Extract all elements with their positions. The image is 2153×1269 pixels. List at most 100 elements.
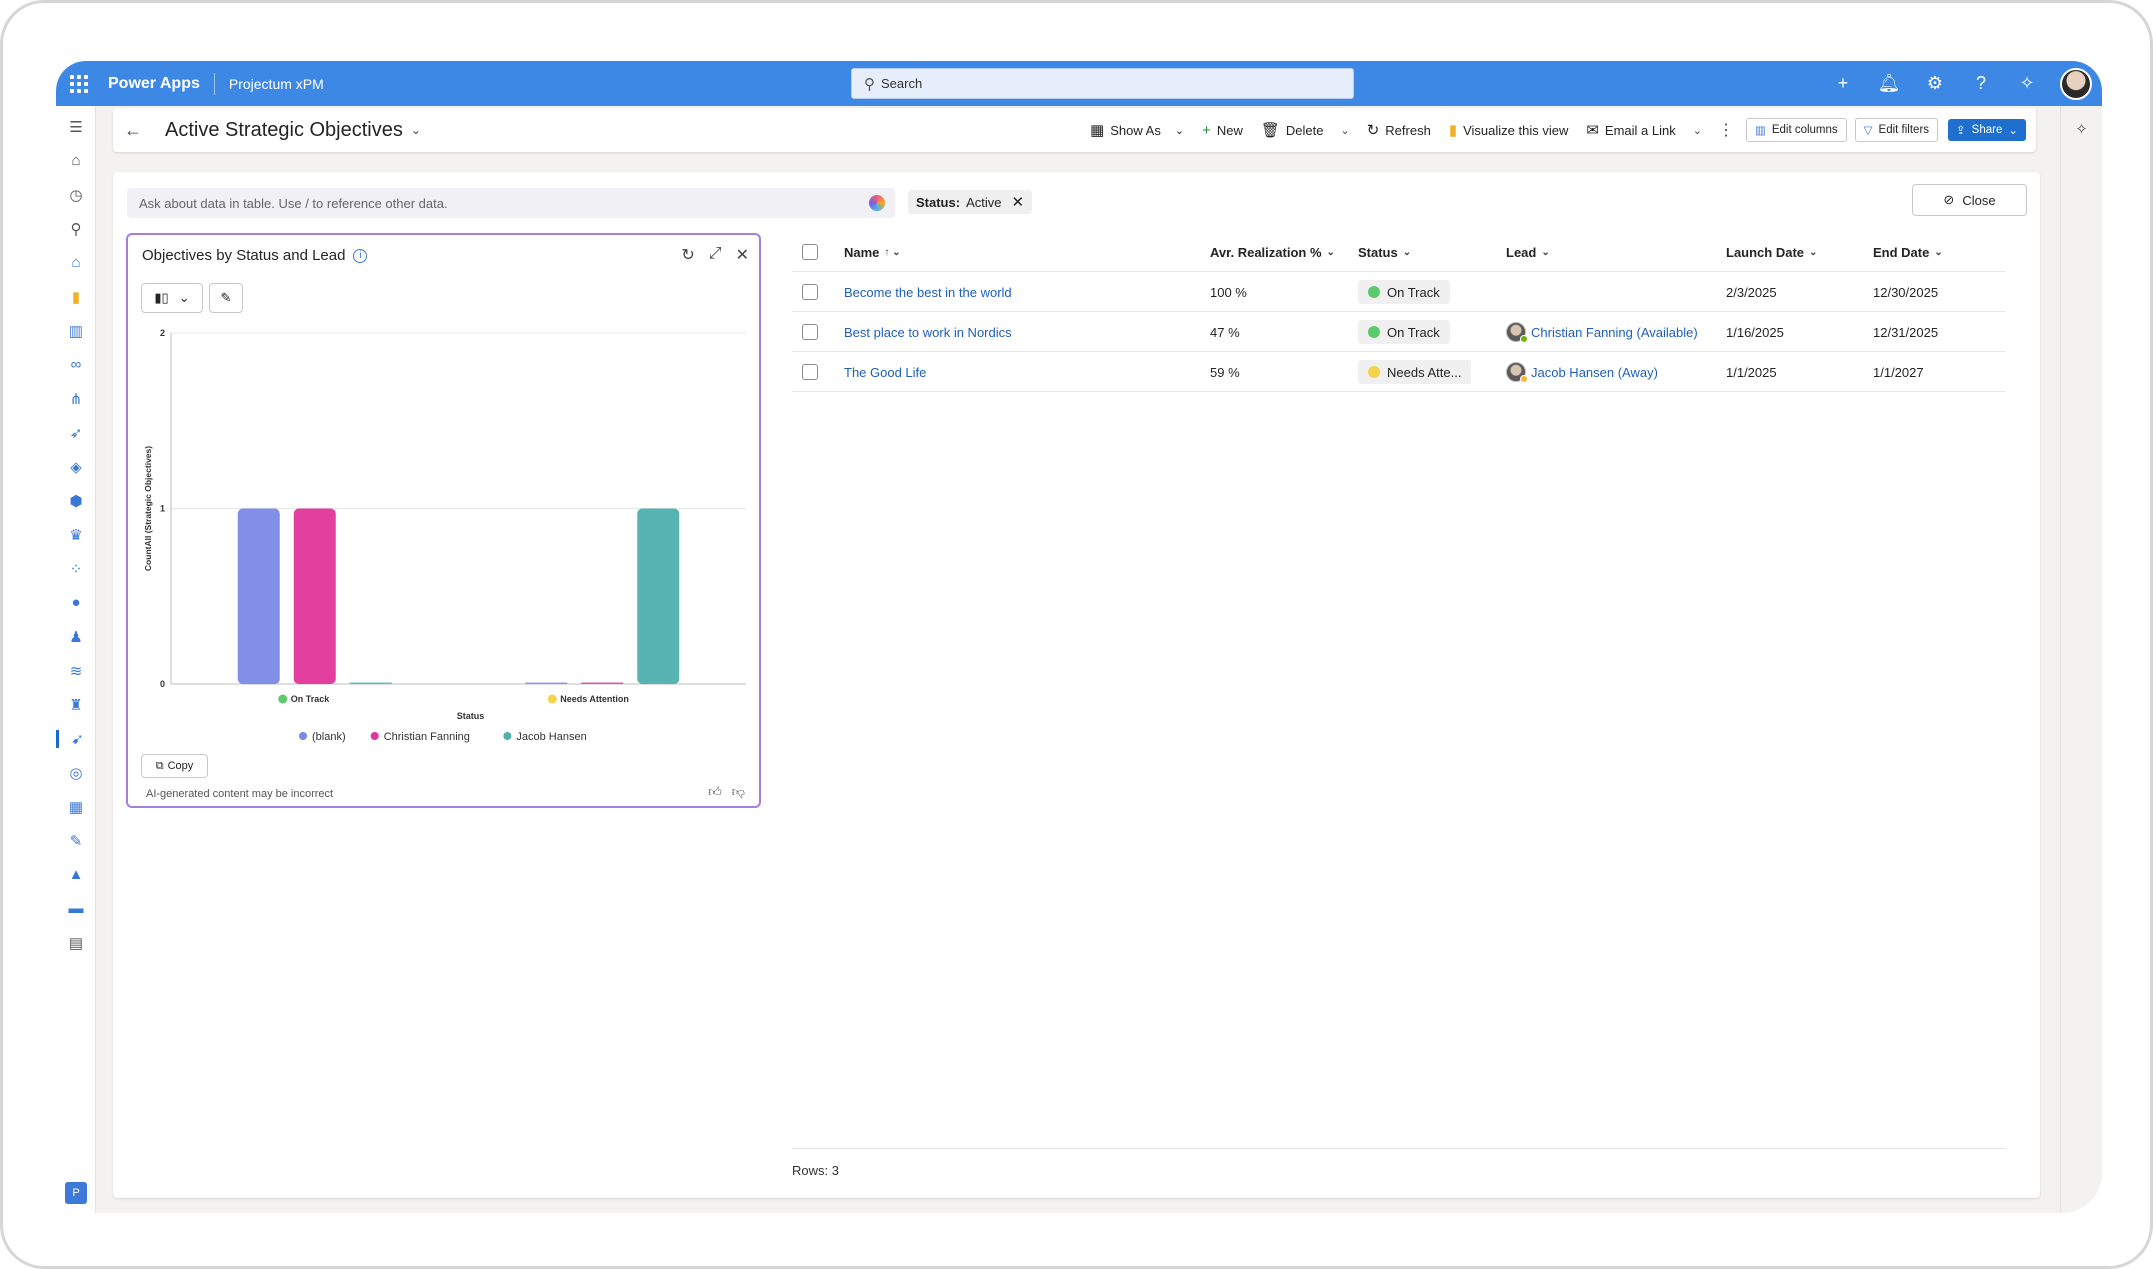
column-header-status[interactable]: Status ⌄ <box>1358 232 1411 272</box>
recent-icon[interactable]: ◷ <box>56 186 96 204</box>
more-commands-chevron-icon[interactable]: ⌄ <box>1332 124 1357 137</box>
bell-icon[interactable]: 🔔︎ <box>1866 73 1912 94</box>
copilot-icon[interactable]: ✧ <box>2004 73 2050 94</box>
legend-entry: Christian Fanning <box>384 731 470 743</box>
back-arrow-icon[interactable]: ← <box>113 120 153 141</box>
crown-icon[interactable]: ♛ <box>56 526 96 544</box>
pin-icon[interactable]: ⚲ <box>56 220 96 238</box>
help-icon[interactable]: ? <box>1958 73 2004 94</box>
view-selector[interactable]: Active Strategic Objectives ⌄ <box>153 119 421 142</box>
column-header-end-date[interactable]: End Date ⌄ <box>1873 232 1943 272</box>
rocket-icon[interactable]: ➶ <box>56 424 96 442</box>
columns-icon: ▥ <box>1754 125 1766 137</box>
status-label: On Track <box>1387 284 1440 300</box>
refresh-button[interactable]: ↻ Refresh <box>1358 108 1440 152</box>
objective-name-link[interactable]: The Good Life <box>844 352 926 392</box>
chart-trend-icon[interactable]: ≋ <box>56 662 96 680</box>
plus-icon[interactable]: + <box>1820 73 1866 94</box>
copilot-icon[interactable] <box>869 195 885 211</box>
objective-name-link[interactable]: Become the best in the world <box>844 272 1012 312</box>
avatar[interactable] <box>2060 67 2092 100</box>
binoculars-icon[interactable]: ∞ <box>56 356 96 373</box>
column-header-realization[interactable]: Avr. Realization % ⌄ <box>1210 232 1335 272</box>
board-icon[interactable]: ▥ <box>56 322 96 340</box>
data-grid: Name ↑ ⌄ Avr. Realization % ⌄ Status ⌄ Lead… <box>792 232 2006 392</box>
column-header-lead[interactable]: Lead ⌄ <box>1506 232 1550 272</box>
trash-icon: 🗑︎ <box>1260 122 1280 139</box>
copilot-pane-icon[interactable]: ✧ <box>2075 121 2088 138</box>
table-row[interactable]: The Good Life 59 % Needs Atte... Jacob Hans… <box>792 352 2006 392</box>
edit-columns-label: Edit columns <box>1771 124 1838 136</box>
search-input[interactable]: ⚲ Search <box>851 68 1354 99</box>
target-icon[interactable]: ◎ <box>56 764 96 782</box>
visualize-button[interactable]: ▮ Visualize this view <box>1440 108 1578 152</box>
launch-date: 1/16/2025 <box>1726 324 1784 340</box>
lead-link[interactable]: Jacob Hansen (Away) <box>1531 365 1658 380</box>
close-icon[interactable]: ✕ <box>1007 193 1024 211</box>
home-icon[interactable]: ⌂ <box>56 152 96 169</box>
person-icon[interactable]: ● <box>56 594 96 611</box>
network-icon[interactable]: ⁘ <box>56 560 96 578</box>
status-filter-chip[interactable]: Status: Active ✕ <box>908 190 1033 214</box>
document-icon[interactable]: ▤ <box>56 934 96 952</box>
row-checkbox[interactable] <box>802 352 818 392</box>
visualize-label: Visualize this view <box>1463 122 1569 138</box>
copy-button[interactable]: ⧉ Copy <box>141 754 208 778</box>
hierarchy-icon[interactable]: ⋔ <box>56 390 96 408</box>
bar <box>581 682 624 684</box>
email-link-button[interactable]: ✉ Email a Link <box>1577 108 1684 152</box>
table-row[interactable]: Best place to work in Nordics 47 % On Trac… <box>792 312 2006 352</box>
chess-icon[interactable]: ♜ <box>56 696 96 714</box>
powerbi-icon[interactable]: ▮ <box>56 288 96 306</box>
header-label: Name <box>844 244 880 260</box>
objectives-icon[interactable]: ➹ <box>56 730 96 748</box>
brand-name[interactable]: Power Apps <box>102 75 214 93</box>
edit-columns-button[interactable]: ▥ Edit columns <box>1745 118 1847 142</box>
command-buttons: ▦ Show As ⌄ + New 🗑︎ Delete ⌄ ↻ Refresh ▮ Visu… <box>1081 108 2026 152</box>
email-chevron-icon[interactable]: ⌄ <box>1685 124 1710 137</box>
lead-link[interactable]: Christian Fanning (Available) <box>1531 325 1698 340</box>
more-options-icon[interactable]: ⋮ <box>1710 120 1742 140</box>
app-name[interactable]: Projectum xPM <box>215 76 324 92</box>
warning-icon[interactable]: ▲ <box>56 866 96 883</box>
show-as-button[interactable]: ▦ Show As ⌄ <box>1081 108 1193 152</box>
edit-filters-label: Edit filters <box>1878 124 1930 136</box>
chip-label: Status: <box>916 194 961 210</box>
column-header-name[interactable]: Name ↑ ⌄ <box>844 232 901 272</box>
thumbs-up-icon[interactable]: 👍︎ <box>708 784 722 800</box>
edit-icon[interactable]: ✎ <box>56 832 96 850</box>
new-button[interactable]: + New <box>1193 108 1252 152</box>
column-header-launch-date[interactable]: Launch Date ⌄ <box>1726 232 1817 272</box>
home-nav-icon[interactable]: ⌂ <box>56 254 96 271</box>
delete-button[interactable]: 🗑︎ Delete <box>1252 108 1333 152</box>
chat-icon[interactable]: ▬ <box>56 900 96 917</box>
presence-dot <box>1520 375 1528 383</box>
gear-icon[interactable]: ⚙ <box>1912 73 1958 94</box>
refresh-icon: ↻ <box>1366 122 1380 139</box>
app-launcher-icon[interactable] <box>56 61 102 106</box>
row-checkbox[interactable] <box>802 272 818 312</box>
calendar-icon[interactable]: ▦ <box>56 798 96 816</box>
status-label: On Track <box>1387 324 1440 340</box>
ask-data-input[interactable]: Ask about data in table. Use / to refere… <box>127 188 895 218</box>
status-badge: On Track <box>1358 280 1450 304</box>
y-axis-label: CountAll (Strategic Objectives) <box>143 446 153 571</box>
select-all-checkbox[interactable] <box>802 232 818 272</box>
objective-name-link[interactable]: Best place to work in Nordics <box>844 312 1012 352</box>
hamburger-menu-icon[interactable]: ☰ <box>56 118 96 136</box>
chevron-down-icon: ⌄ <box>1402 246 1412 258</box>
close-button[interactable]: ⊘ Close <box>1912 184 2027 216</box>
cube-icon[interactable]: ⬢ <box>56 492 96 510</box>
bar-chart: 0 1 2 CountAll (Strategic Objectives) On Tra… <box>143 328 746 743</box>
chevron-down-icon: ⌄ <box>1809 246 1818 258</box>
share-button[interactable]: ⇪ Share ⌄ <box>1948 119 2026 141</box>
area-switcher-icon[interactable]: P <box>56 1182 96 1204</box>
shapes-icon[interactable]: ◈ <box>56 458 96 476</box>
row-checkbox[interactable] <box>802 312 818 352</box>
thumbs-down-icon[interactable]: 👎︎ <box>732 784 745 800</box>
header-label: End Date <box>1873 244 1930 260</box>
edit-filters-button[interactable]: ▽ Edit filters <box>1854 118 1939 142</box>
table-row[interactable]: Become the best in the world 100 % On Trac… <box>792 272 2006 312</box>
person-badge-icon[interactable]: ♟ <box>56 628 96 646</box>
x-tick-label: Needs Attention <box>560 694 629 704</box>
